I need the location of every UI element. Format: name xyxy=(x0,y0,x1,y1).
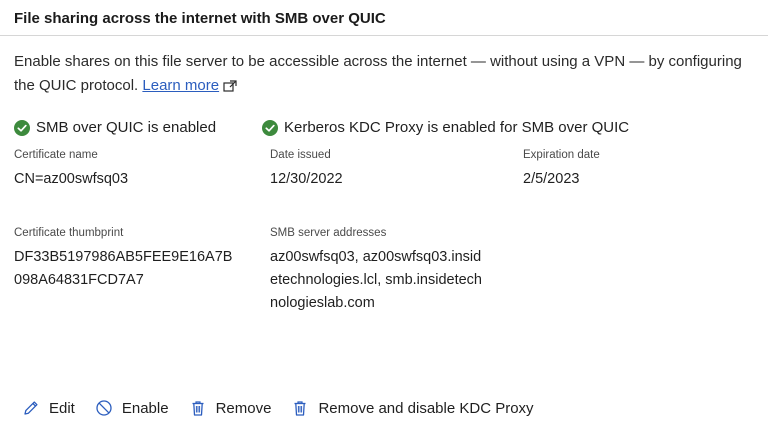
kdc-proxy-status-label: Kerberos KDC Proxy is enabled for SMB ov… xyxy=(284,119,630,136)
smb-quic-status-label: SMB over QUIC is enabled xyxy=(36,119,217,136)
pencil-icon xyxy=(24,401,38,415)
title-divider xyxy=(0,35,768,36)
kdc-proxy-status: Kerberos KDC Proxy is enabled for SMB ov… xyxy=(262,119,629,136)
check-circle-icon xyxy=(262,119,278,136)
trash-icon xyxy=(294,401,306,416)
smb-quic-status: SMB over QUIC is enabled xyxy=(14,119,216,136)
action-bar: Edit Enable Remove Remove and disable KD… xyxy=(22,399,554,417)
date-issued-label: Date issued xyxy=(270,149,331,161)
remove-button-label: Remove xyxy=(215,399,272,417)
section-description: Enable shares on this file server to be … xyxy=(14,50,754,98)
enable-button[interactable]: Enable xyxy=(95,399,169,417)
remove-disable-kdc-proxy-button[interactable]: Remove and disable KDC Proxy xyxy=(291,399,534,417)
smb-server-addresses-value: az00swfsq03, az00swfsq03.insidetechnolog… xyxy=(270,249,482,311)
expiration-date-label: Expiration date xyxy=(523,149,600,161)
expiration-date-value: 2/5/2023 xyxy=(523,171,580,187)
trash-icon xyxy=(192,401,204,416)
learn-more-link[interactable]: Learn more xyxy=(142,77,219,94)
cert-thumbprint-value: DF33B5197986AB5FEE9E16A7B098A64831FCD7A7 xyxy=(14,249,233,288)
disabled-circle-icon xyxy=(96,400,112,416)
enable-button-label: Enable xyxy=(121,399,169,417)
date-issued-value: 12/30/2022 xyxy=(270,171,343,187)
section-title: File sharing across the internet with SM… xyxy=(14,10,386,27)
remove-disable-kdc-proxy-label: Remove and disable KDC Proxy xyxy=(318,399,534,417)
edit-button-label: Edit xyxy=(49,399,75,417)
smb-server-addresses-label: SMB server addresses xyxy=(270,227,387,239)
description-text: Enable shares on this file server to be … xyxy=(14,53,742,94)
check-circle-icon xyxy=(14,119,30,136)
cert-name-label: Certificate name xyxy=(14,149,98,161)
external-link-icon xyxy=(223,80,237,92)
remove-button[interactable]: Remove xyxy=(189,399,272,417)
cert-name-value: CN=az00swfsq03 xyxy=(14,171,129,187)
edit-button[interactable]: Edit xyxy=(22,399,75,417)
cert-thumbprint-label: Certificate thumbprint xyxy=(14,227,124,239)
